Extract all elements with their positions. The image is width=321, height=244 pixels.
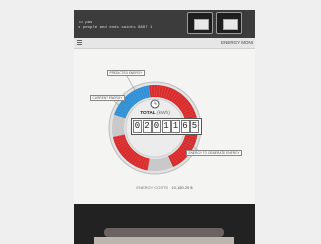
toolbar-button-1[interactable]	[187, 12, 213, 34]
digit-3: 0	[152, 120, 161, 133]
label-predicted-energy: PREDICTED ENERGY	[107, 70, 145, 76]
photo-frame: Tu pas s people and ends saints 8887 1 E…	[74, 10, 255, 244]
monitor-bezel	[74, 204, 255, 244]
label-energy-to-generate: ENERGY TO GENERATE ENERGY	[186, 150, 243, 156]
digit-1: 0	[133, 120, 142, 133]
bezel-reflection	[104, 228, 224, 237]
total-title: TOTAL	[140, 111, 156, 116]
energy-costs: ENERGY COSTS 10,180.29 $	[74, 185, 255, 190]
odometer-counter: 0 2 0 1 1 6 5	[131, 118, 202, 135]
digit-4: 1	[161, 120, 171, 133]
ticker-line-2: s people and ends saints 8887 1	[78, 26, 153, 30]
total-label: TOTAL (kWh)	[134, 111, 176, 116]
top-toolbar: Tu pas s people and ends saints 8887 1	[74, 10, 255, 38]
label-current-energy: CURRENT ENERGY	[90, 95, 125, 101]
folder-icon	[223, 19, 238, 30]
digit-7: 5	[190, 120, 199, 133]
energy-costs-label: ENERGY COSTS	[136, 185, 169, 190]
ticker-text: Tu pas s people and ends saints 8887 1	[78, 21, 188, 31]
desk-edge	[94, 237, 234, 244]
toolbar-button-2[interactable]	[216, 12, 242, 34]
digit-6: 6	[180, 120, 190, 133]
total-unit: (kWh)	[157, 111, 170, 116]
window-icon	[194, 19, 209, 30]
energy-costs-value: 10,180.29 $	[171, 185, 193, 190]
energy-monitor-screen: ENERGY MONI PREDICTED ENERGY CURRENT ENE…	[74, 38, 255, 204]
digit-2: 2	[142, 120, 152, 133]
digit-5: 1	[171, 120, 180, 133]
